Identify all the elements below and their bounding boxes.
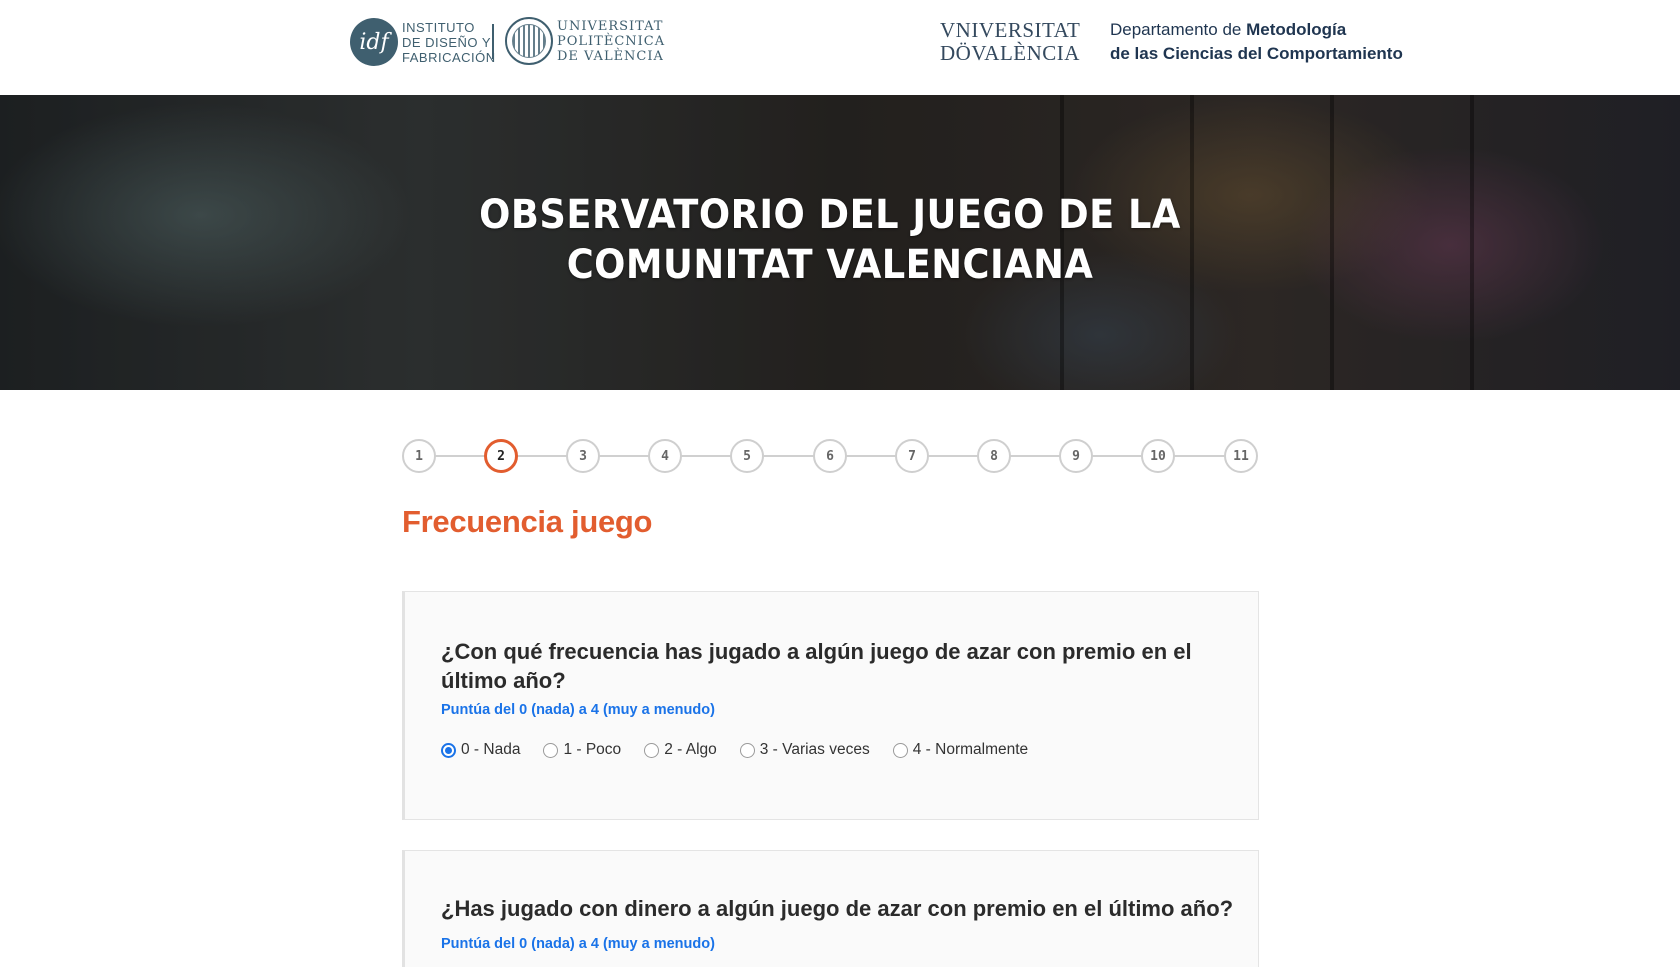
step-6[interactable]: 6 [813, 439, 847, 473]
radio-label: 3 - Varias veces [759, 741, 870, 758]
hero-banner: OBSERVATORIO DEL JUEGO DE LA COMUNITAT V… [0, 95, 1680, 390]
radio-option-4[interactable]: 4 - Normalmente [892, 741, 1029, 759]
upv-logo-line-2: POLITÈCNICA [557, 34, 666, 49]
upv-seal-inner [512, 24, 546, 58]
idf-logo-mark: idf [359, 29, 389, 55]
department-line-1: Departamento de Metodología [1110, 18, 1403, 42]
section-title: Frecuencia juego [402, 504, 653, 539]
question-hint: Puntúa del 0 (nada) a 4 (muy a menudo) [441, 702, 715, 718]
step-2-current[interactable]: 2 [484, 439, 518, 473]
radio-button[interactable] [739, 742, 755, 758]
radio-option-2[interactable]: 2 - Algo [644, 741, 717, 759]
radio-button[interactable] [644, 742, 660, 758]
question-card: ¿Has jugado con dinero a algún juego de … [402, 850, 1259, 967]
step-5[interactable]: 5 [730, 439, 764, 473]
radio-option-3[interactable]: 3 - Varias veces [739, 741, 870, 759]
radio-option-1[interactable]: 1 - Poco [543, 741, 621, 759]
idf-logo-line-3: FABRICACIÓN [402, 50, 496, 65]
department-name-bold: Metodología [1246, 20, 1347, 39]
upv-seal-icon[interactable] [505, 17, 553, 65]
radio-button-checked[interactable] [441, 742, 456, 758]
idf-logo[interactable]: idf [350, 18, 398, 66]
uv-logo[interactable]: VNIVERSITAT DÖVALÈNCIA [940, 19, 1080, 65]
step-11[interactable]: 11 [1224, 439, 1258, 473]
idf-logo-line-2: DE DISEÑO Y [402, 35, 492, 50]
question-card: ¿Con qué frecuencia has jugado a algún j… [402, 591, 1259, 820]
radio-group: 0 - Nada 1 - Poco 2 - Algo 3 - Varias ve… [441, 741, 1051, 759]
department-logo[interactable]: Departamento de Metodología de las Cienc… [1110, 18, 1403, 66]
step-8[interactable]: 8 [977, 439, 1011, 473]
question-text: ¿Has jugado con dinero a algún juego de … [441, 896, 1234, 921]
uv-logo-line-2: DÖVALÈNCIA [940, 41, 1080, 65]
idf-logo-line-1: INSTITUTO [402, 20, 475, 35]
radio-label: 1 - Poco [563, 741, 622, 758]
logo-divider [492, 24, 494, 59]
question-hint: Puntúa del 0 (nada) a 4 (muy a menudo) [441, 936, 715, 952]
step-9[interactable]: 9 [1059, 439, 1093, 473]
radio-label: 4 - Normalmente [912, 741, 1029, 758]
idf-logo-text[interactable]: INSTITUTO DE DISEÑO Y FABRICACIÓN [402, 20, 496, 65]
department-prefix: Departamento de [1110, 20, 1247, 39]
progress-stepper: 1 2 3 4 5 6 7 8 9 10 11 [402, 439, 1258, 473]
radio-option-0[interactable]: 0 - Nada [441, 741, 520, 759]
step-4[interactable]: 4 [648, 439, 682, 473]
page-title: OBSERVATORIO DEL JUEGO DE LA COMUNITAT V… [479, 192, 1181, 288]
step-3[interactable]: 3 [566, 439, 600, 473]
site-header: idf INSTITUTO DE DISEÑO Y FABRICACIÓN UN… [0, 0, 1680, 95]
radio-label: 0 - Nada [461, 741, 521, 758]
upv-logo-line-3: DE VALÈNCIA [557, 49, 664, 64]
department-line-2: de las Ciencias del Comportamiento [1110, 44, 1403, 63]
radio-label: 2 - Algo [664, 741, 717, 758]
radio-button[interactable] [892, 742, 908, 758]
step-10[interactable]: 10 [1141, 439, 1175, 473]
upv-logo-text[interactable]: UNIVERSITAT POLITÈCNICA DE VALÈNCIA [557, 19, 665, 64]
uv-logo-line-1: VNIVERSITAT [940, 18, 1081, 42]
step-7[interactable]: 7 [895, 439, 929, 473]
question-text: ¿Con qué frecuencia has jugado a algún j… [441, 639, 1192, 693]
upv-logo-line-1: UNIVERSITAT [557, 19, 664, 34]
step-1[interactable]: 1 [402, 439, 436, 473]
radio-button[interactable] [543, 742, 559, 758]
